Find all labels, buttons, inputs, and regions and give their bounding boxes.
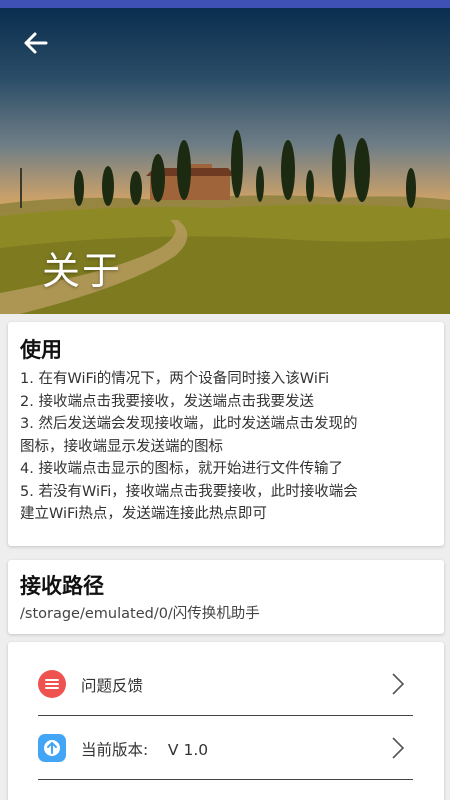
usage-title: 使用: [20, 338, 62, 362]
chevron-right-icon: [392, 737, 405, 759]
header-banner: 关于: [0, 8, 450, 314]
version-label: 当前版本: V 1.0: [81, 741, 209, 759]
feedback-menu-item[interactable]: 问题反馈: [38, 654, 413, 716]
usage-instructions: 1. 在有WiFi的情况下，两个设备同时接入该WiFi 2. 接收端点击我要接收…: [20, 368, 432, 526]
usage-line: 2. 接收端点击我要接收，发送端点击我要发送: [20, 393, 314, 410]
page-title: 关于: [42, 249, 123, 293]
status-bar: [0, 0, 450, 8]
usage-line: 3. 然后发送端会发现接收端，此时发送端点击发现的: [20, 416, 358, 432]
back-button[interactable]: [18, 28, 54, 58]
receive-path-value: /storage/emulated/0/闪传换机助手: [20, 606, 260, 622]
usage-line: 建立WiFi热点，发送端连接此热点即可: [20, 506, 267, 522]
receive-path-title: 接收路径: [20, 574, 104, 598]
receive-path-card: 接收路径 /storage/emulated/0/闪传换机助手: [8, 560, 444, 634]
settings-menu-card: 问题反馈 当前版本: V 1.0: [8, 642, 444, 800]
usage-line: 1. 在有WiFi的情况下，两个设备同时接入该WiFi: [20, 371, 330, 387]
usage-line: 5. 若没有WiFi，接收端点击我要接收，此时接收端会: [20, 483, 358, 500]
divider: [38, 779, 413, 780]
usage-line: 图标，接收端显示发送端的图标: [20, 438, 223, 455]
arrow-left-icon: [24, 32, 48, 54]
upload-arrow-icon: [38, 734, 66, 762]
list-icon: [38, 670, 66, 698]
usage-card: 使用 1. 在有WiFi的情况下，两个设备同时接入该WiFi 2. 接收端点击我…: [8, 322, 444, 546]
usage-line: 4. 接收端点击显示的图标，就开始进行文件传输了: [20, 461, 343, 477]
version-menu-item[interactable]: 当前版本: V 1.0: [38, 718, 413, 780]
chevron-right-icon: [392, 673, 405, 695]
divider: [38, 715, 413, 716]
feedback-label: 问题反馈: [81, 677, 144, 695]
